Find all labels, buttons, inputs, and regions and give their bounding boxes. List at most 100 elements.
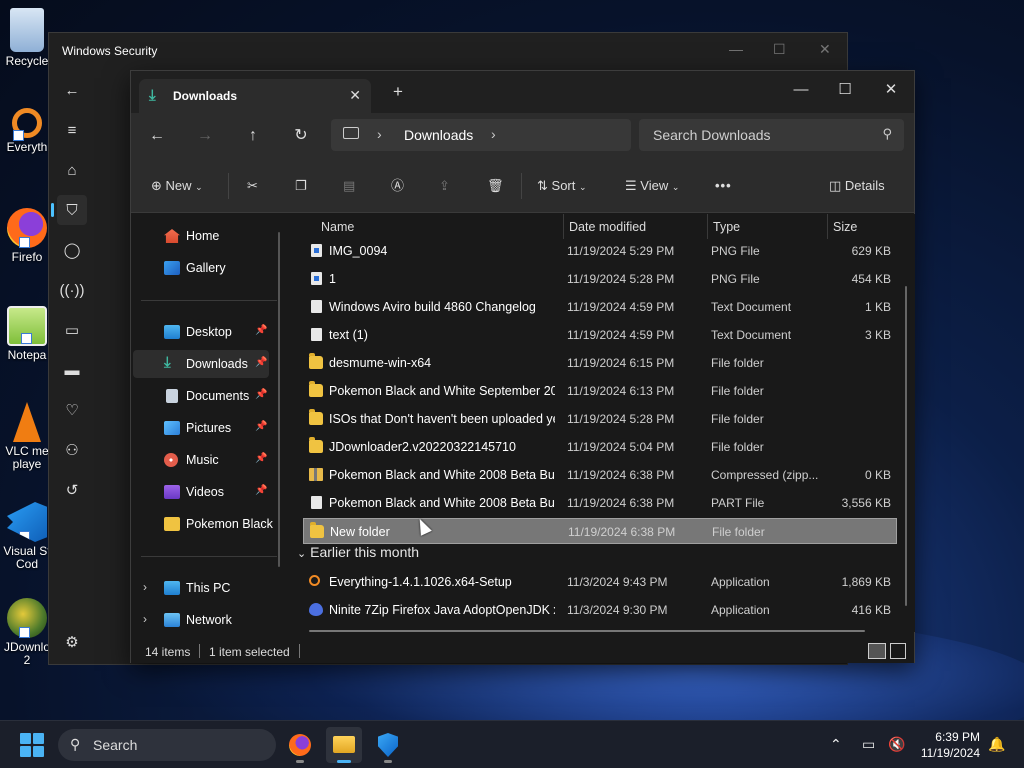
desktop-icon-recycle-bin[interactable]: Recycle	[2, 8, 52, 68]
paste-button[interactable]: ▤	[343, 177, 355, 195]
rename-button[interactable]: Ⓐ	[391, 177, 404, 195]
taskbar-windows-security[interactable]	[370, 727, 406, 763]
wireless-icon[interactable]: ((·))	[57, 275, 87, 305]
notification-bell-icon[interactable]: 🔔	[988, 736, 1005, 753]
column-header-type[interactable]: Type	[713, 220, 740, 234]
laptop-icon[interactable]: ▬	[57, 355, 87, 385]
desktop-icon-jdownloader[interactable]: JDownlo 2	[2, 598, 52, 667]
history-icon[interactable]: ↺	[57, 475, 87, 505]
minimize-button[interactable]: —	[781, 77, 821, 103]
more-options-button[interactable]: •••	[715, 177, 732, 195]
refresh-button[interactable]: ↻	[289, 125, 313, 147]
shield-icon[interactable]: ⛉	[51, 195, 87, 225]
nav-item-videos[interactable]: Videos 📌	[133, 478, 269, 506]
search-input[interactable]: Search Downloads ⚲	[639, 119, 904, 151]
volume-muted-icon[interactable]: 🔇	[888, 736, 905, 753]
tab-downloads[interactable]: ⤓ Downloads ✕	[139, 79, 371, 113]
column-header-date[interactable]: Date modified	[569, 220, 646, 234]
copy-button[interactable]: ❐	[295, 177, 307, 195]
file-row[interactable]: Ninite 7Zip Firefox Java AdoptOpenJDK x.…	[303, 597, 897, 623]
horizontal-scrollbar[interactable]	[309, 630, 865, 632]
gear-icon[interactable]: ⚙	[57, 627, 87, 657]
close-button[interactable]: ✕	[819, 41, 831, 58]
sort-button[interactable]: ⇅ Sort ⌄	[537, 177, 587, 196]
taskbar-file-explorer[interactable]	[326, 727, 362, 763]
pin-icon[interactable]: 📌	[255, 453, 267, 464]
chevron-right-icon[interactable]: ›	[143, 612, 147, 626]
breadcrumb-downloads[interactable]: Downloads	[404, 127, 473, 143]
close-tab-icon[interactable]: ✕	[349, 87, 361, 104]
file-row[interactable]: JDownloader2.v20220322145710 11/19/2024 5…	[303, 434, 897, 460]
clock-time[interactable]: 6:39 PM	[935, 730, 980, 744]
column-divider[interactable]	[563, 214, 564, 239]
column-header-size[interactable]: Size	[833, 220, 857, 234]
home-icon[interactable]: ⌂	[57, 155, 87, 185]
file-row[interactable]: Pokemon Black and White September 20... 1…	[303, 378, 897, 404]
back-arrow-icon[interactable]: ←	[57, 75, 87, 105]
display-icon[interactable]: ▭	[862, 736, 875, 753]
file-row[interactable]: text (1) 11/19/2024 4:59 PM Text Document 3…	[303, 322, 897, 348]
nav-item-downloads[interactable]: ⤓ Downloads 📌	[133, 350, 269, 378]
nav-item-pictures[interactable]: Pictures 📌	[133, 414, 269, 442]
pin-icon[interactable]: 📌	[255, 485, 267, 496]
desktop-icon-vscode[interactable]: Visual St Cod	[2, 502, 52, 571]
scrollbar[interactable]	[278, 232, 280, 567]
file-row[interactable]: Pokemon Black and White 2008 Beta Buil..…	[303, 462, 897, 488]
file-row[interactable]: Everything-1.4.1.1026.x64-Setup 11/3/2024…	[303, 569, 897, 595]
chevron-right-icon[interactable]: ›	[143, 580, 147, 594]
address-bar[interactable]: › Downloads ›	[331, 119, 631, 151]
clock-date[interactable]: 11/19/2024	[921, 746, 980, 760]
vertical-scrollbar[interactable]	[905, 286, 907, 606]
taskbar-firefox[interactable]	[282, 727, 318, 763]
file-row[interactable]: Windows Aviro build 4860 Changelog 11/19/…	[303, 294, 897, 320]
pin-icon[interactable]: 📌	[255, 389, 267, 400]
start-button[interactable]	[20, 733, 44, 757]
family-icon[interactable]: ⚇	[57, 435, 87, 465]
close-button[interactable]: ✕	[871, 77, 911, 103]
column-divider[interactable]	[827, 214, 828, 239]
nav-item-desktop[interactable]: Desktop 📌	[133, 318, 269, 346]
details-view-icon[interactable]	[868, 643, 886, 659]
nav-item-network[interactable]: › Network	[133, 606, 269, 634]
app-browser-icon[interactable]: ▭	[57, 315, 87, 345]
nav-item-this-pc[interactable]: › This PC	[133, 574, 269, 602]
nav-item-gallery[interactable]: Gallery	[133, 254, 269, 282]
hamburger-menu-icon[interactable]: ≡	[57, 115, 87, 145]
column-divider[interactable]	[707, 214, 708, 239]
new-tab-button[interactable]: +	[393, 83, 403, 100]
taskbar-search[interactable]: ⚲ Search	[58, 729, 276, 761]
file-row[interactable]: desmume-win-x64 11/19/2024 6:15 PM File fo…	[303, 350, 897, 376]
tiles-view-icon[interactable]	[890, 643, 906, 659]
file-row[interactable]: 1 11/19/2024 5:28 PM PNG File 454 KB	[303, 266, 897, 292]
desktop-icon-everything[interactable]: Everyth	[2, 108, 52, 154]
desktop-icon-vlc[interactable]: VLC me playe	[2, 402, 52, 471]
share-button[interactable]: ⇪	[439, 177, 450, 195]
desktop-icon-notepad[interactable]: Notepa	[2, 306, 52, 362]
heart-pulse-icon[interactable]: ♡	[57, 395, 87, 425]
person-icon[interactable]: ◯	[57, 235, 87, 265]
maximize-button[interactable]: ☐	[825, 77, 865, 103]
cut-button[interactable]: ✂	[247, 177, 258, 195]
nav-item-music[interactable]: Music 📌	[133, 446, 269, 474]
file-row[interactable]: Pokemon Black and White 2008 Beta Buil..…	[303, 490, 897, 516]
delete-button[interactable]: 🗑	[487, 177, 504, 195]
file-row[interactable]: IMG_0094 11/19/2024 5:29 PM PNG File 629 KB	[303, 238, 897, 264]
details-pane-button[interactable]: ◫ Details	[829, 177, 885, 195]
column-header-name[interactable]: Name	[321, 220, 354, 234]
nav-item-pokemon-black[interactable]: Pokemon Black	[133, 510, 273, 538]
file-row[interactable]: ISOs that Don't haven't been uploaded ye…	[303, 406, 897, 432]
chevron-up-icon[interactable]: ⌃	[830, 736, 842, 753]
maximize-button[interactable]: ☐	[773, 41, 786, 58]
pin-icon[interactable]: 📌	[255, 357, 267, 368]
chevron-right-icon[interactable]: ›	[377, 126, 382, 142]
nav-item-documents[interactable]: Documents 📌	[133, 382, 269, 410]
pin-icon[interactable]: 📌	[255, 325, 267, 336]
desktop-icon-firefox[interactable]: Firefo	[2, 208, 52, 264]
view-button[interactable]: ☰ View ⌄	[625, 177, 679, 196]
file-row[interactable]: New folder 11/19/2024 6:38 PM File folder	[303, 518, 897, 544]
chevron-right-icon[interactable]: ›	[491, 126, 496, 142]
nav-item-home[interactable]: Home	[133, 222, 269, 250]
group-header-earlier[interactable]: ⌄ Earlier this month	[297, 544, 419, 560]
new-button[interactable]: ⊕ New ⌄	[151, 177, 203, 196]
back-button[interactable]: ←	[145, 125, 169, 147]
